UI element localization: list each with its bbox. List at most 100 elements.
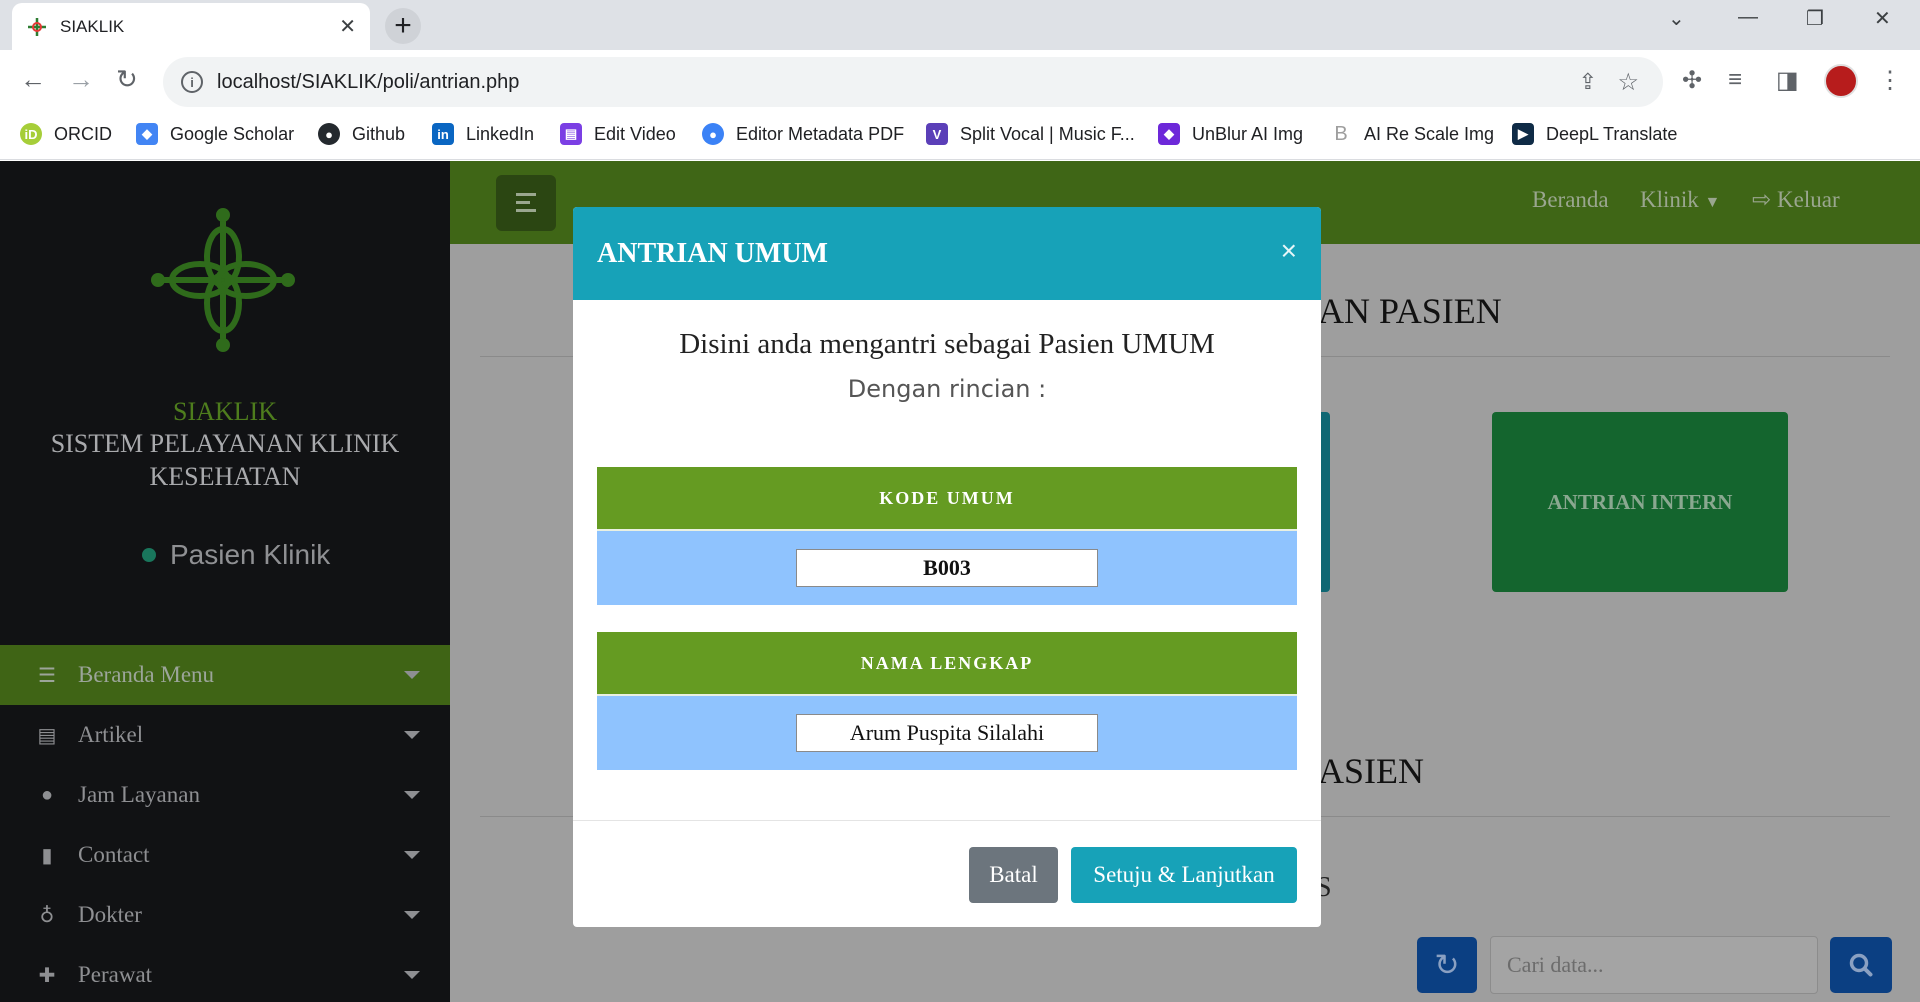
url-text: localhost/SIAKLIK/poli/antrian.php	[217, 70, 520, 93]
tab-title: SIAKLIK	[60, 16, 125, 36]
bookmark-editor-metadata-pdf[interactable]: ● Editor Metadata PDF	[702, 123, 904, 145]
bookmark-split-vocal[interactable]: V Split Vocal | Music F...	[926, 123, 1135, 145]
back-arrow-icon[interactable]: ←	[20, 64, 46, 95]
profile-avatar[interactable]	[1824, 64, 1858, 98]
linkedin-icon: in	[432, 123, 454, 145]
nav-klinik-dropdown[interactable]: Klinik ▼	[1640, 187, 1720, 213]
user-panel: Pasien Klinik	[142, 539, 330, 571]
rescale-b-icon: B	[1330, 123, 1352, 145]
google-scholar-icon: ◆	[136, 123, 158, 145]
browser-menu-icon[interactable]: ⋮	[1878, 66, 1902, 95]
bookmark-edit-video[interactable]: ▤ Edit Video	[560, 123, 676, 145]
github-icon: ●	[318, 123, 340, 145]
browser-tab[interactable]: SIAKLIK ✕	[12, 3, 370, 50]
bookmark-linkedin[interactable]: in LinkedIn	[432, 123, 534, 145]
bookmarks-bar: iD ORCID ◆ Google Scholar ● Github in Linked…	[0, 114, 1920, 160]
modal-subtitle: Dengan rincian :	[847, 375, 1047, 403]
clapperboard-icon: ▤	[560, 123, 582, 145]
sidebar-item-label: Dokter	[78, 902, 142, 927]
caret-down-icon	[404, 731, 420, 739]
sidebar-item-label: Perawat	[78, 962, 153, 987]
section-heading-patient: ASIEN	[1318, 751, 1424, 791]
restore-icon[interactable]: ❐	[1806, 6, 1824, 31]
newspaper-icon: ▤	[37, 724, 57, 747]
sidebar-item-label: Beranda Menu	[78, 662, 215, 687]
forward-arrow-icon[interactable]: →	[68, 64, 94, 95]
stethoscope-icon: ♁	[39, 904, 55, 927]
bookmark-deepl[interactable]: ▶ DeepL Translate	[1512, 123, 1677, 145]
bookmark-google-scholar[interactable]: ◆ Google Scholar	[136, 123, 294, 145]
reload-icon[interactable]: ↻	[116, 64, 138, 95]
tab-close-icon[interactable]: ✕	[339, 14, 356, 39]
browser-tab-strip: SIAKLIK ✕ + ⌄ — ❐ ✕	[0, 0, 1920, 50]
nav-logout-link[interactable]: ⇨ Keluar	[1752, 187, 1840, 213]
list-icon: ☰	[38, 664, 56, 687]
brand-block: SIAKLIK SISTEM PELAYANAN KLINIK KESEHATA…	[0, 397, 450, 493]
new-tab-button[interactable]: +	[385, 8, 421, 44]
full-name-value: Arum Puspita Silalahi	[796, 714, 1098, 752]
deepl-icon: ▶	[1512, 123, 1534, 145]
minimize-icon[interactable]: —	[1738, 6, 1758, 29]
search-button[interactable]	[1830, 937, 1892, 993]
share-icon[interactable]: ⇪	[1579, 69, 1597, 95]
bookmark-star-icon[interactable]: ☆	[1617, 68, 1639, 97]
sidebar-item-beranda-menu[interactable]: ☰ Beranda Menu	[0, 645, 450, 705]
queue-code-value: B003	[796, 549, 1098, 587]
antrian-intern-card[interactable]: ANTRIAN INTERN	[1492, 412, 1788, 592]
queue-code-row: B003	[597, 529, 1297, 605]
caret-down-icon	[404, 671, 420, 679]
bookmark-orcid[interactable]: iD ORCID	[20, 123, 112, 145]
sidebar-item-jam-layanan[interactable]: ● Jam Layanan	[0, 765, 450, 825]
sidebar: SIAKLIK SISTEM PELAYANAN KLINIK KESEHATA…	[0, 161, 450, 1002]
sidebar-item-contact[interactable]: ▮ Contact	[0, 825, 450, 885]
sidebar-item-dokter[interactable]: ♁ Dokter	[0, 885, 450, 945]
cancel-button[interactable]: Batal	[969, 847, 1058, 903]
nav-beranda-link[interactable]: Beranda	[1532, 187, 1609, 213]
orcid-icon: iD	[20, 123, 42, 145]
site-info-icon[interactable]: i	[181, 71, 203, 93]
caret-down-icon: ▼	[1704, 194, 1721, 211]
bookmark-unblur-ai[interactable]: ◆ UnBlur AI Img	[1158, 123, 1303, 145]
agree-continue-button[interactable]: Setuju & Lanjutkan	[1071, 847, 1297, 903]
user-role-label: Pasien Klinik	[170, 539, 331, 570]
close-icon[interactable]: ×	[1281, 235, 1297, 267]
extensions-puzzle-icon[interactable]: ✣	[1682, 66, 1702, 95]
queue-code-field: KODE UMUM B003	[597, 467, 1297, 605]
sidebar-item-label: Contact	[78, 842, 150, 867]
online-status-icon	[142, 548, 156, 562]
refresh-button[interactable]: ↻	[1417, 937, 1477, 993]
sidebar-item-artikel[interactable]: ▤ Artikel	[0, 705, 450, 765]
contact-book-icon: ▮	[41, 844, 53, 867]
siaklik-favicon-icon	[28, 17, 46, 36]
clinic-logo-icon	[151, 208, 295, 352]
section-heading-queue: AN PASIEN	[1318, 291, 1502, 331]
tab-search-chevron-icon[interactable]: ⌄	[1668, 6, 1685, 31]
vocal-remover-icon: V	[926, 123, 948, 145]
refresh-icon: ↻	[1434, 948, 1460, 982]
bookmark-ai-rescale[interactable]: B AI Re Scale Img	[1330, 123, 1494, 145]
brand-subtitle-line2: KESEHATAN	[149, 462, 301, 491]
caret-down-icon	[404, 791, 420, 799]
search-icon	[1849, 953, 1873, 977]
side-panel-icon[interactable]: ◨	[1776, 66, 1799, 95]
sidebar-item-label: Artikel	[78, 722, 144, 747]
sidebar-toggle-button[interactable]	[496, 175, 556, 231]
address-bar[interactable]: i localhost/SIAKLIK/poli/antrian.php ⇪ ☆	[163, 57, 1663, 107]
medkit-icon: ✚	[38, 964, 56, 987]
search-input[interactable]: Cari data...	[1490, 936, 1818, 994]
full-name-field: NAMA LENGKAP Arum Puspita Silalahi	[597, 632, 1297, 770]
search-placeholder: Cari data...	[1507, 952, 1604, 977]
caret-down-icon	[404, 911, 420, 919]
caret-down-icon	[404, 851, 420, 859]
sidebar-menu: ☰ Beranda Menu ▤ Artikel ● Jam Layanan ▮…	[0, 645, 450, 1002]
sidebar-item-perawat[interactable]: ✚ Perawat	[0, 945, 450, 1002]
bookmark-github[interactable]: ● Github	[318, 123, 405, 145]
unblur-icon: ◆	[1158, 123, 1180, 145]
modal-title: ANTRIAN UMUM	[597, 237, 828, 269]
modal-footer-divider	[573, 820, 1321, 821]
sign-out-icon: ⇨	[1752, 187, 1772, 212]
browser-toolbar: ← → ↻ i localhost/SIAKLIK/poli/antrian.p…	[0, 50, 1920, 114]
media-queue-icon[interactable]: ≡	[1728, 66, 1742, 94]
full-name-row: Arum Puspita Silalahi	[597, 694, 1297, 770]
window-close-icon[interactable]: ✕	[1874, 6, 1891, 31]
